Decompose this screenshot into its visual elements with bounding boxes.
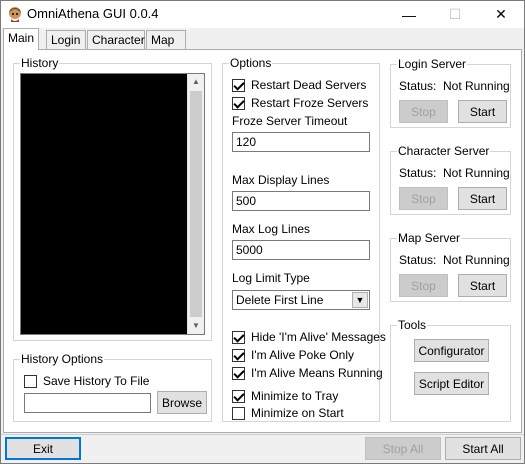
minimize-start-label: Minimize on Start — [251, 406, 344, 420]
login-stop-button[interactable]: Stop — [399, 100, 448, 123]
map-status-label: Status: — [399, 253, 437, 267]
login-server-label: Login Server — [397, 57, 468, 71]
tools-group: Tools Configurator Script Editor — [390, 318, 511, 422]
minimize-tray-box[interactable] — [232, 389, 245, 403]
browse-button[interactable]: Browse — [157, 391, 207, 414]
app-icon — [9, 7, 21, 22]
tab-character[interactable]: Character — [87, 30, 145, 50]
character-server-group: Character Server Status: Not Running Sto… — [390, 144, 511, 215]
alive-running-box[interactable] — [232, 366, 245, 380]
map-start-button[interactable]: Start — [458, 274, 507, 297]
scroll-up-icon[interactable]: ▲ — [188, 74, 204, 90]
exit-button[interactable]: Exit — [5, 437, 81, 460]
start-all-button[interactable]: Start All — [445, 437, 521, 460]
options-group-label: Options — [229, 56, 273, 70]
tab-strip: Main Login Character Map — [1, 28, 524, 50]
maximize-icon: ☐ — [448, 6, 462, 22]
history-options-group: History Options Save History To File Bro… — [13, 352, 212, 422]
save-history-label: Save History To File — [43, 374, 150, 388]
log-limit-label: Log Limit Type — [232, 271, 310, 285]
map-server-group: Map Server Status: Not Running Stop Star… — [390, 231, 511, 302]
restart-dead-label: Restart Dead Servers — [251, 78, 367, 92]
main-tab-page: History ▲ ▼ History Options Save History… — [3, 49, 522, 433]
scroll-down-icon[interactable]: ▼ — [188, 318, 204, 334]
main-window: OmniAthena GUI 0.0.4 — ☐ ✕ Main Login Ch… — [0, 0, 525, 464]
tab-login[interactable]: Login — [46, 30, 86, 50]
tab-main[interactable]: Main — [3, 28, 39, 50]
max-log-label: Max Log Lines — [232, 222, 311, 236]
character-server-label: Character Server — [397, 144, 491, 158]
tools-label: Tools — [397, 318, 428, 332]
log-limit-select[interactable]: Delete First Line ▼ — [232, 290, 370, 310]
history-path-input[interactable] — [24, 393, 151, 413]
restart-froze-checkbox[interactable]: Restart Froze Servers — [232, 96, 368, 110]
window-title: OmniAthena GUI 0.0.4 — [27, 6, 159, 21]
map-stop-button[interactable]: Stop — [399, 274, 448, 297]
alive-poke-checkbox[interactable]: I'm Alive Poke Only — [232, 348, 354, 362]
restart-froze-box[interactable] — [232, 96, 245, 110]
hide-alive-label: Hide 'I'm Alive' Messages — [251, 330, 386, 344]
map-server-label: Map Server — [397, 231, 462, 245]
history-group: History ▲ ▼ — [13, 56, 212, 341]
save-history-box[interactable] — [24, 374, 37, 388]
minimize-tray-label: Minimize to Tray — [251, 389, 339, 403]
title-bar[interactable]: OmniAthena GUI 0.0.4 — ☐ ✕ — [1, 1, 524, 28]
options-group: Options Restart Dead Servers Restart Fro… — [222, 56, 386, 422]
alive-running-label: I'm Alive Means Running — [251, 366, 383, 380]
save-history-checkbox[interactable]: Save History To File — [24, 374, 149, 388]
minimize-start-checkbox[interactable]: Minimize on Start — [232, 406, 344, 420]
close-icon: ✕ — [495, 6, 507, 22]
close-button[interactable]: ✕ — [478, 1, 524, 28]
history-scrollbar[interactable]: ▲ ▼ — [187, 74, 204, 334]
login-start-button[interactable]: Start — [458, 100, 507, 123]
character-status-label: Status: — [399, 166, 437, 180]
minimize-button[interactable]: — — [386, 1, 432, 28]
hide-alive-box[interactable] — [232, 330, 245, 344]
script-editor-button[interactable]: Script Editor — [414, 372, 489, 395]
login-server-group: Login Server Status: Not Running Stop St… — [390, 57, 511, 128]
tab-map[interactable]: Map — [146, 30, 186, 50]
restart-dead-box[interactable] — [232, 78, 245, 92]
login-status-label: Status: — [399, 79, 437, 93]
max-display-label: Max Display Lines — [232, 173, 330, 187]
hide-alive-checkbox[interactable]: Hide 'I'm Alive' Messages — [232, 330, 386, 344]
max-log-input[interactable]: 5000 — [232, 240, 370, 260]
log-limit-value: Delete First Line — [236, 293, 324, 307]
chevron-down-icon[interactable]: ▼ — [352, 292, 368, 308]
froze-timeout-label: Froze Server Timeout — [232, 114, 348, 128]
maximize-button[interactable]: ☐ — [432, 1, 478, 28]
minimize-tray-checkbox[interactable]: Minimize to Tray — [232, 389, 338, 403]
scroll-thumb[interactable] — [190, 91, 202, 317]
minimize-start-box[interactable] — [232, 406, 245, 420]
alive-poke-box[interactable] — [232, 348, 245, 362]
login-status-value: Not Running — [443, 79, 510, 93]
stop-all-button[interactable]: Stop All — [365, 437, 441, 460]
configurator-button[interactable]: Configurator — [414, 339, 489, 362]
map-status-value: Not Running — [443, 253, 510, 267]
max-display-input[interactable]: 500 — [232, 191, 370, 211]
character-status-value: Not Running — [443, 166, 510, 180]
history-group-label: History — [20, 56, 60, 70]
minimize-icon: — — [402, 6, 416, 23]
alive-running-checkbox[interactable]: I'm Alive Means Running — [232, 366, 383, 380]
history-output[interactable]: ▲ ▼ — [20, 73, 205, 335]
restart-dead-checkbox[interactable]: Restart Dead Servers — [232, 78, 366, 92]
froze-timeout-input[interactable]: 120 — [232, 132, 370, 152]
character-start-button[interactable]: Start — [458, 187, 507, 210]
character-stop-button[interactable]: Stop — [399, 187, 448, 210]
history-options-label: History Options — [20, 352, 105, 366]
alive-poke-label: I'm Alive Poke Only — [251, 348, 354, 362]
restart-froze-label: Restart Froze Servers — [251, 96, 369, 110]
footer-divider — [1, 434, 524, 435]
